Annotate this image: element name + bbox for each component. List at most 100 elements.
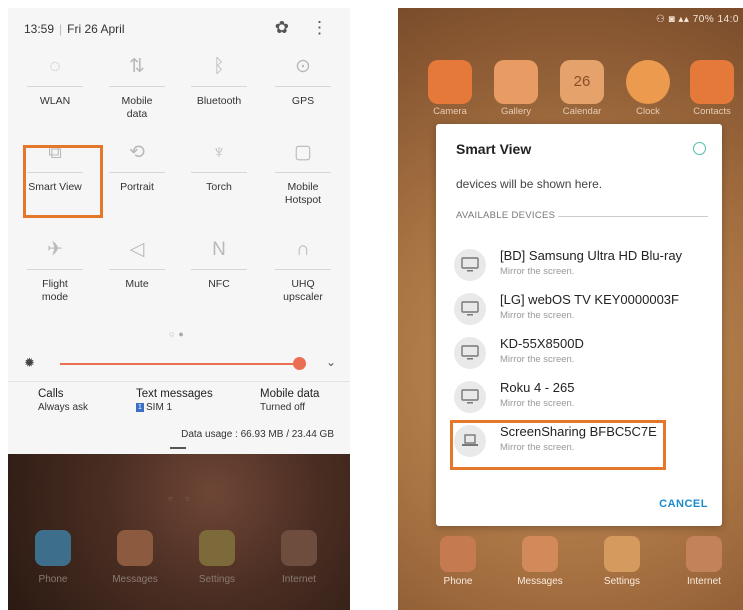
app-label-camera: Camera [433, 106, 467, 117]
loading-spinner-icon [693, 142, 706, 155]
sim-badge-icon: 1 [136, 402, 144, 412]
tile-label: Torch [206, 181, 232, 193]
brightness-row: ✹ ⌄ [24, 355, 336, 373]
calls-label: Calls [38, 388, 64, 400]
more-options-icon[interactable]: ⋮ [311, 18, 328, 38]
dock-label-phone: Phone [443, 576, 473, 587]
calls-value: Always ask [38, 402, 89, 413]
phone-app-icon[interactable] [440, 536, 476, 572]
app-label-calendar: Calendar [562, 106, 602, 117]
hotspot-icon: ▢ [294, 142, 312, 163]
internet-app-icon[interactable] [686, 536, 722, 572]
gallery-app-icon[interactable] [494, 60, 538, 104]
text-messages-value: SIM 1 [146, 402, 173, 413]
device-name: [LG] webOS TV KEY0000003F [500, 292, 679, 307]
torch-icon: ♆ [211, 142, 227, 163]
app-label-gallery: Gallery [500, 106, 532, 117]
device-description: Mirror the screen. [500, 310, 575, 321]
app-label-clock: Clock [636, 106, 660, 117]
calendar-app-icon[interactable]: 26 [560, 60, 604, 104]
brightness-slider[interactable] [60, 363, 306, 365]
tile-divider [109, 86, 165, 87]
settings-app-icon[interactable] [604, 536, 640, 572]
dock-label-settings: Settings [198, 574, 236, 585]
headphones-icon: ∩ [296, 239, 310, 260]
messages-app-icon[interactable] [522, 536, 558, 572]
mobile-data-icon: ⇅ [129, 56, 145, 77]
device-item[interactable]: [LG] webOS TV KEY0000003F Mirror the scre… [454, 290, 714, 330]
device-name: Roku 4 - 265 [500, 380, 575, 395]
bluetooth-icon: ᛒ [213, 56, 225, 77]
messages-app-icon[interactable] [117, 530, 153, 566]
quick-settings-panel: 13:59 | Fri 26 April ✿ ⋮ ◌ WLAN ⇅ Mobile data… [8, 8, 350, 610]
tile-label: UHQ upscaler [283, 278, 323, 303]
device-description: Mirror the screen. [500, 398, 575, 409]
clock-app-icon[interactable] [626, 60, 670, 104]
tile-label: Portrait [120, 181, 154, 193]
camera-app-icon[interactable] [428, 60, 472, 104]
tile-divider [191, 172, 247, 173]
tile-label: Mute [125, 278, 149, 290]
status-date: Fri 26 April [67, 22, 125, 36]
calls-info[interactable]: Calls Always ask [38, 388, 88, 413]
tile-divider [275, 269, 331, 270]
tile-label: NFC [208, 278, 230, 290]
tile-gps[interactable]: ⊙ GPS [264, 52, 342, 108]
tile-torch[interactable]: ♆ Torch [180, 138, 258, 194]
panel-handle[interactable] [170, 447, 186, 449]
tile-wlan[interactable]: ◌ WLAN [16, 52, 94, 108]
contacts-app-icon[interactable] [690, 60, 734, 104]
mobile-data-info[interactable]: Mobile data Turned off [260, 388, 319, 413]
tile-bluetooth[interactable]: ᛒ Bluetooth [180, 52, 258, 108]
tv-icon [454, 249, 486, 281]
home-page-indicator: ○○ [168, 494, 202, 503]
cancel-button[interactable]: CANCEL [659, 498, 708, 510]
tile-nfc[interactable]: N NFC [180, 235, 258, 291]
tile-label: Bluetooth [196, 95, 242, 107]
smart-view-screen: ⚇ ◙ ▴▴ 70% 14:0 26 Camera Gallery Calend… [398, 8, 743, 610]
tile-divider [109, 269, 165, 270]
dock-label-messages: Messages [112, 574, 158, 585]
device-description: Mirror the screen. [500, 354, 575, 365]
dock-label-phone: Phone [38, 574, 68, 585]
smart-view-dialog: Smart View devices will be shown here. A… [436, 124, 722, 526]
settings-app-icon[interactable] [199, 530, 235, 566]
mute-icon: ◁ [129, 239, 145, 260]
text-messages-info[interactable]: Text messages 1 SIM 1 [136, 388, 213, 413]
tile-mute[interactable]: ◁ Mute [98, 235, 176, 291]
status-bar: ⚇ ◙ ▴▴ 70% 14:0 [655, 14, 739, 25]
tile-portrait[interactable]: ⟲ Portrait [98, 138, 176, 194]
tile-mobile-hotspot[interactable]: ▢ Mobile Hotspot [264, 138, 342, 207]
screensharing-highlight [450, 420, 666, 470]
tile-label: Mobile data [121, 95, 153, 120]
nfc-icon: N [212, 239, 226, 260]
dock-label-internet: Internet [687, 576, 721, 587]
tile-uhq-upscaler[interactable]: ∩ UHQ upscaler [264, 235, 342, 304]
section-divider [558, 216, 708, 217]
tile-divider [191, 86, 247, 87]
tile-label: Flight mode [41, 278, 69, 303]
tv-icon [454, 381, 486, 413]
device-item[interactable]: [BD] Samsung Ultra HD Blu-ray Mirror the … [454, 246, 714, 286]
tile-label: GPS [291, 95, 315, 107]
tile-divider [275, 172, 331, 173]
tile-mobile-data[interactable]: ⇅ Mobile data [98, 52, 176, 121]
phone-app-icon[interactable] [35, 530, 71, 566]
mobile-data-label: Mobile data [260, 388, 320, 400]
tile-flight-mode[interactable]: ✈ Flight mode [16, 235, 94, 304]
smart-view-highlight [23, 145, 103, 218]
section-header: AVAILABLE DEVICES [456, 210, 556, 221]
internet-app-icon[interactable] [281, 530, 317, 566]
settings-gear-icon[interactable]: ✿ [275, 18, 289, 38]
dock-label-internet: Internet [282, 574, 316, 585]
brightness-knob[interactable] [293, 357, 306, 370]
mobile-data-value: Turned off [260, 402, 306, 413]
chevron-down-icon[interactable]: ⌄ [326, 355, 336, 369]
dock-label-messages: Messages [517, 576, 563, 587]
device-item[interactable]: Roku 4 - 265 Mirror the screen. [454, 378, 714, 418]
device-description: Mirror the screen. [500, 266, 575, 277]
tv-icon [454, 293, 486, 325]
battery-time: 70% 14:0 [692, 14, 739, 25]
rotation-icon: ⟲ [129, 142, 145, 163]
device-item[interactable]: KD-55X8500D Mirror the screen. [454, 334, 714, 374]
